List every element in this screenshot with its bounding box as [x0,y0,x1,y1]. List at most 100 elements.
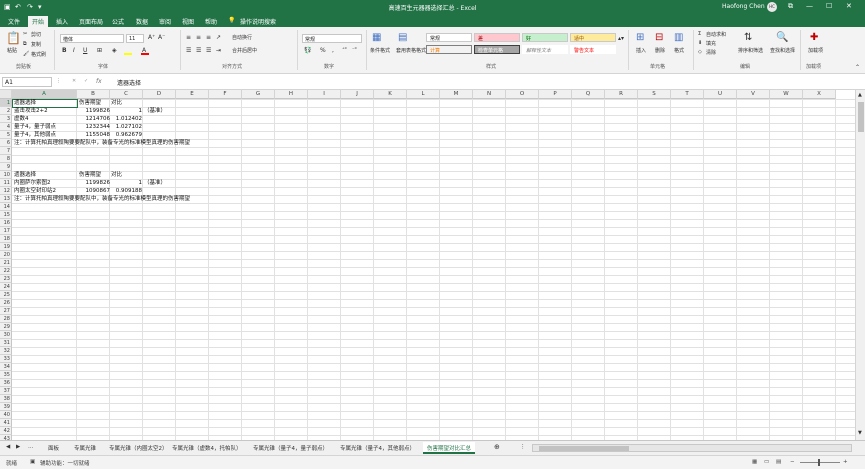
style-explanatory[interactable]: 解释性文本 [522,45,568,54]
paste-icon[interactable]: 📋 [6,31,21,45]
comma-icon[interactable]: , [332,47,334,54]
sheet-tab-exclusive[interactable]: 专属光锥 [74,444,96,452]
tab-insert[interactable]: 插入 [56,17,68,26]
font-size-dropdown[interactable]: 11 [126,34,144,43]
row-header[interactable]: 36 [0,379,12,387]
row-header[interactable]: 19 [0,243,12,251]
number-format-dropdown[interactable]: 常规 [302,34,362,43]
column-header-j[interactable]: J [341,90,374,99]
user-name[interactable]: Haofong Chen [722,3,765,10]
row-header[interactable]: 27 [0,307,12,315]
accessibility-status[interactable]: 辅助功能：一切就绪 [40,459,90,467]
row-header[interactable]: 17 [0,227,12,235]
increase-font-icon[interactable]: A⁺ [148,34,155,41]
sheet-tab-summary[interactable]: 伤害期望对比汇总 [423,442,476,454]
increase-decimal-icon[interactable]: ⁺⁰ [342,47,347,53]
row-header[interactable]: 1 [0,99,12,107]
cancel-icon[interactable]: ✕ [72,78,76,84]
row-header[interactable]: 38 [0,395,12,403]
row-header[interactable]: 37 [0,387,12,395]
merge-center-button[interactable]: 合并后居中 [232,47,257,54]
decrease-decimal-icon[interactable]: ⁻⁰ [352,47,357,53]
formula-input[interactable]: 遗器选择 [117,78,141,87]
page-layout-view-icon[interactable]: ▭ [764,459,769,465]
column-header-p[interactable]: P [539,90,572,99]
align-top-icon[interactable]: ≡ [186,34,191,41]
style-bad[interactable]: 差 [474,33,520,42]
row-header[interactable]: 23 [0,275,12,283]
cell-a10[interactable]: 内圈萨尔索图2 [14,179,51,187]
clear-button[interactable]: 清除 [706,49,716,56]
column-header-a[interactable]: A [12,90,77,99]
row-header[interactable]: 9 [0,163,12,171]
row-header[interactable]: 42 [0,427,12,435]
avatar[interactable]: HC [767,2,777,12]
underline-icon[interactable]: U [83,47,87,54]
row-header[interactable]: 11 [0,179,12,187]
column-header-l[interactable]: L [407,90,440,99]
cut-button[interactable]: 剪切 [31,31,41,38]
cell-b9[interactable]: 伤害期望 [79,171,101,179]
column-header-t[interactable]: T [671,90,704,99]
align-bottom-icon[interactable]: ≡ [206,34,211,41]
cell-c2[interactable]: 1 [111,107,143,115]
column-header-x[interactable]: X [803,90,836,99]
cell-b5[interactable]: 1155048 [79,131,111,139]
row-header[interactable]: 31 [0,339,12,347]
row-header[interactable]: 20 [0,251,12,259]
row-header[interactable]: 3 [0,115,12,123]
sheet-tab-panel[interactable]: 面板 [48,444,59,452]
prev-sheet-icon[interactable]: ◀ [6,444,10,450]
row-header[interactable]: 21 [0,259,12,267]
format-painter-button[interactable]: 格式刷 [31,51,46,58]
copy-icon[interactable]: ⧉ [23,41,27,47]
zoom-slider[interactable] [800,462,840,463]
cell-b4[interactable]: 1232344 [79,123,111,131]
bold-icon[interactable]: B [62,47,67,54]
sheet-tab-quantum-other[interactable]: 专属光锥（量子4，其他弱点） [340,444,415,452]
column-header-i[interactable]: I [308,90,341,99]
column-header-h[interactable]: H [275,90,308,99]
cell-a9[interactable]: 遗器选择 [14,171,36,179]
table-format-icon[interactable]: ▤ [398,32,407,43]
row-header[interactable]: 41 [0,419,12,427]
cell-a1[interactable]: 遗器选择 [14,99,36,107]
conditional-format-button[interactable]: 条件格式 [370,47,390,54]
page-break-view-icon[interactable]: ▤ [776,459,781,465]
cell-c4[interactable]: 1.027102 [111,123,142,131]
ribbon-display-options-icon[interactable]: ⧉ [788,2,793,11]
scroll-thumb[interactable] [858,102,864,132]
cell-a3[interactable]: 虚数4 [14,115,29,123]
currency-icon[interactable]: 💱 [304,47,311,54]
tab-scroll-menu-icon[interactable]: ⋮ [520,444,526,450]
insert-cells-icon[interactable]: ⊞ [636,32,644,43]
column-header-f[interactable]: F [209,90,242,99]
insert-cells-button[interactable]: 插入 [636,47,646,54]
next-sheet-icon[interactable]: ▶ [16,444,20,450]
cell-b2[interactable]: 1199826 [79,107,111,115]
minimize-button[interactable]: — [806,2,813,10]
insert-function-icon[interactable]: fx [96,78,102,85]
row-header[interactable]: 14 [0,203,12,211]
column-header-v[interactable]: V [737,90,770,99]
addins-button[interactable]: 加载项 [808,47,823,54]
delete-cells-icon[interactable]: ⊟ [655,32,663,43]
row-header[interactable]: 30 [0,331,12,339]
row-header[interactable]: 8 [0,155,12,163]
horizontal-scrollbar[interactable] [532,444,852,452]
orientation-icon[interactable]: ↗ [216,34,221,41]
tab-formulas[interactable]: 公式 [112,17,124,26]
align-middle-icon[interactable]: ≡ [196,34,201,41]
cell-a12[interactable]: 注：计算托帕真理叙陶要要配队中，装备专光的标准模型真理的伤害期望 [14,195,190,203]
row-header[interactable]: 35 [0,371,12,379]
column-header-u[interactable]: U [704,90,737,99]
percent-icon[interactable]: % [320,47,326,54]
cell-b3[interactable]: 1214706 [79,115,111,123]
conditional-format-icon[interactable]: ▦ [372,32,381,43]
addins-icon[interactable]: ✚ [810,32,818,43]
find-select-button[interactable]: 查找和选择 [770,47,795,54]
cell-a2[interactable]: 盗击攻击2+2 [14,107,48,115]
align-left-icon[interactable]: ☰ [186,47,191,54]
clear-icon[interactable]: ◇ [698,49,702,55]
italic-icon[interactable]: I [73,47,75,54]
